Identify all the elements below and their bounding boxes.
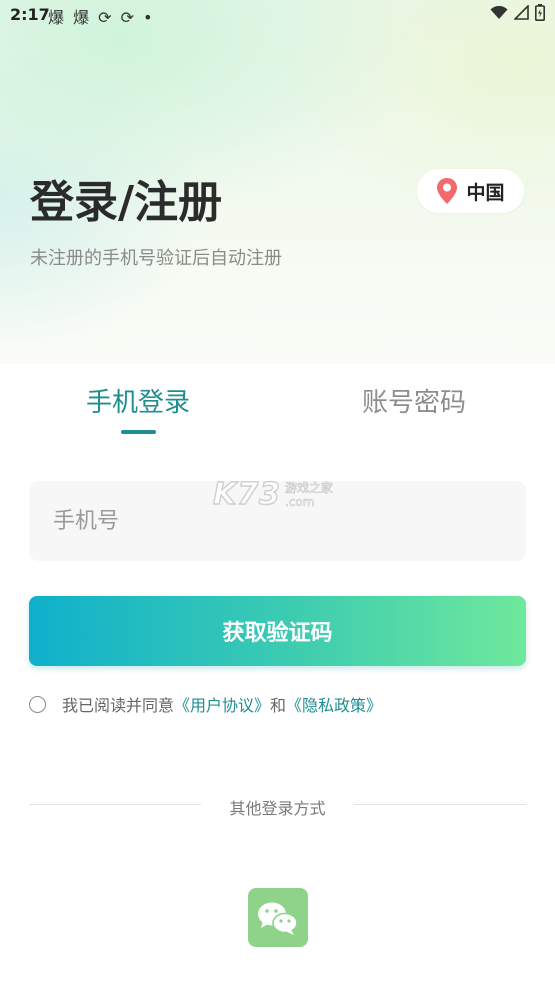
status-notification-icons: 爆 爆 ⟳ ⟳ •: [48, 8, 155, 27]
location-pin-icon: [437, 178, 458, 204]
agreement-row: 我已阅读并同意 《用户协议》 和 《隐私政策》: [29, 692, 382, 716]
cellular-signal-icon: [514, 5, 529, 20]
region-label: 中国: [466, 181, 505, 204]
divider-right: [354, 804, 526, 805]
agreement-and: 和: [270, 696, 287, 715]
other-login-divider: 其他登录方式: [29, 795, 526, 818]
battery-icon: [535, 4, 545, 21]
privacy-policy-link[interactable]: 《隐私政策》: [286, 692, 382, 716]
site-watermark: K73 游戏之家 .com: [212, 476, 334, 512]
watermark-side-top: 游戏之家: [285, 480, 334, 495]
watermark-logo-text: K73: [212, 476, 281, 512]
agreement-prefix: 我已阅读并同意: [62, 696, 175, 715]
agreement-checkbox[interactable]: [29, 695, 46, 713]
login-tabs: 手机登录 账号密码: [0, 364, 555, 444]
watermark-side-bottom: .com: [285, 494, 315, 509]
tab-phone-login[interactable]: 手机登录: [86, 382, 190, 419]
tab-account-password[interactable]: 账号密码: [362, 382, 466, 419]
active-tab-indicator: [121, 430, 156, 434]
other-login-label: 其他登录方式: [229, 799, 326, 818]
watermark-side-text: 游戏之家 .com: [285, 480, 334, 509]
wifi-icon: [490, 5, 508, 19]
status-system-icons: [490, 4, 545, 21]
status-time: 2:17: [10, 5, 50, 24]
get-verification-code-button[interactable]: 获取验证码: [29, 596, 526, 666]
region-selector-button[interactable]: 中国: [417, 169, 524, 213]
status-bar: 2:17 爆 爆 ⟳ ⟳ •: [0, 0, 555, 30]
page-subtitle: 未注册的手机号验证后自动注册: [30, 248, 282, 269]
page-title: 登录/注册: [30, 177, 223, 228]
user-agreement-link[interactable]: 《用户协议》: [174, 692, 270, 716]
wechat-icon: [258, 902, 298, 935]
wechat-login-button[interactable]: [248, 888, 308, 947]
